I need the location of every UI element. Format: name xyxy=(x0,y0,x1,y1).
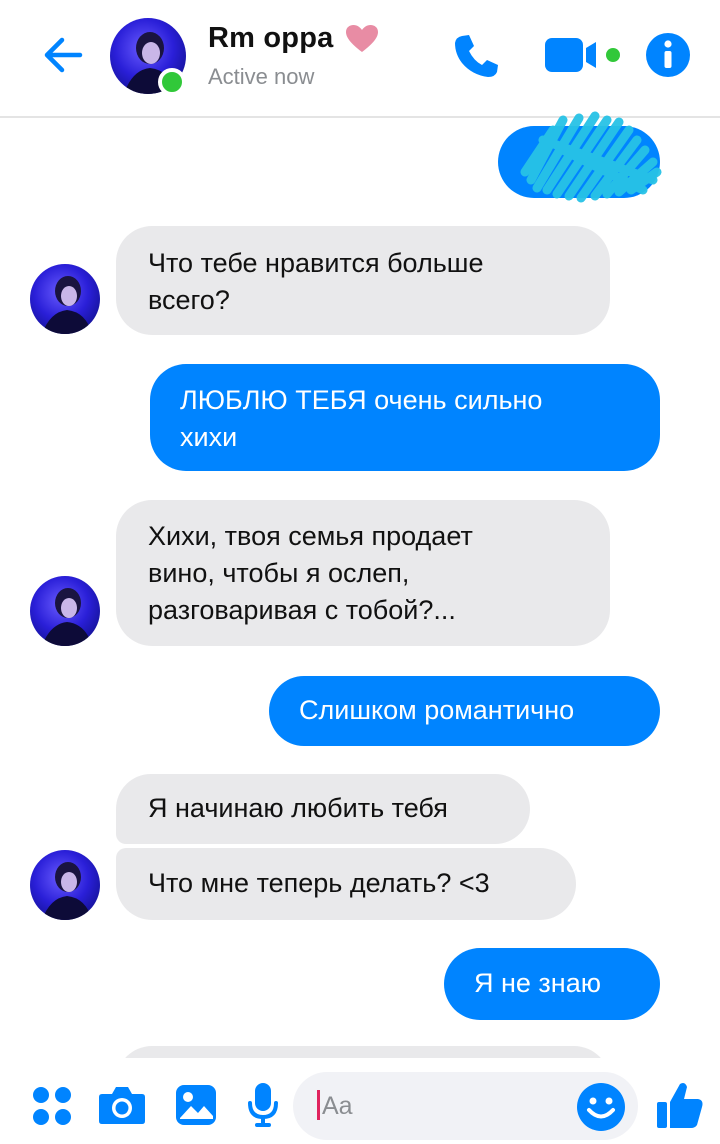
heart-icon xyxy=(345,24,379,54)
message-bubble-incoming[interactable]: Что тебе нравится больше всего? xyxy=(116,226,610,335)
video-camera-icon[interactable] xyxy=(544,34,624,76)
message-text: Я начинаю любить тебя xyxy=(148,793,448,823)
message-bubble-outgoing[interactable]: ЛЮБЛЮ ТЕБЯ очень сильно хихи xyxy=(150,364,660,471)
message-bubble-outgoing[interactable]: Я не знаю xyxy=(444,948,660,1020)
message-text-line: хихи xyxy=(180,422,238,452)
back-arrow-icon[interactable] xyxy=(38,30,88,80)
message-bubble-incoming[interactable]: Хихи, твоя семья продает вино, чтобы я о… xyxy=(116,500,610,646)
message-text-line: Хихи, твоя семья продает xyxy=(148,521,473,551)
contact-name[interactable]: Rm oppa xyxy=(208,22,333,55)
message-text-line: ЛЮБЛЮ ТЕБЯ очень сильно xyxy=(180,385,543,415)
apps-icon[interactable] xyxy=(32,1086,72,1126)
emoji-icon[interactable] xyxy=(576,1082,626,1132)
contact-avatar[interactable] xyxy=(30,576,100,646)
microphone-icon[interactable] xyxy=(247,1082,279,1128)
message-text-line: всего? xyxy=(148,285,230,315)
message-bubble-incoming[interactable]: Я начинаю любить тебя xyxy=(116,774,530,844)
message-bubble-incoming[interactable]: Что мне теперь делать? <3 xyxy=(116,848,576,920)
camera-icon[interactable] xyxy=(98,1084,146,1126)
text-cursor xyxy=(317,1090,320,1120)
online-indicator xyxy=(158,68,186,96)
message-input-placeholder: Aa xyxy=(322,1092,353,1120)
phone-icon[interactable] xyxy=(450,30,502,82)
scribble-redaction xyxy=(520,111,662,203)
message-text-line: разговаривая с тобой?... xyxy=(148,595,456,625)
message-text-line: Что тебе нравится больше xyxy=(148,248,484,278)
message-bubble-outgoing[interactable] xyxy=(498,111,662,203)
message-text: Я не знаю xyxy=(474,968,601,998)
message-text: Что мне теперь делать? <3 xyxy=(148,868,490,898)
like-icon[interactable] xyxy=(656,1080,704,1130)
info-icon[interactable] xyxy=(645,32,691,78)
gallery-icon[interactable] xyxy=(175,1084,217,1126)
chat-header: Rm oppa Active now xyxy=(0,0,720,118)
contact-avatar[interactable] xyxy=(30,264,100,334)
contact-avatar[interactable] xyxy=(30,850,100,920)
message-text: Слишком романтично xyxy=(299,695,575,725)
message-bubble-outgoing[interactable]: Слишком романтично xyxy=(269,676,660,746)
active-status: Active now xyxy=(208,64,315,89)
message-text-line: вино, чтобы я ослеп, xyxy=(148,558,410,588)
